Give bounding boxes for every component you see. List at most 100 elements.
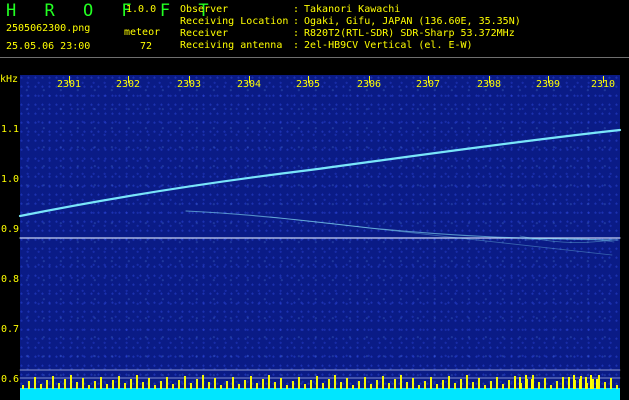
bottom-spike: [538, 382, 540, 389]
secondary-trace: [185, 210, 619, 241]
y-tick-label: 0.9: [1, 224, 20, 235]
bottom-spike: [616, 385, 618, 389]
bottom-spike: [22, 385, 24, 389]
bottom-spike: [274, 382, 276, 389]
bottom-spike: [448, 376, 450, 389]
bottom-spike: [70, 375, 72, 389]
bottom-spike: [82, 378, 84, 389]
bottom-spike: [550, 385, 552, 389]
bottom-spike: [286, 385, 288, 389]
bottom-spike: [460, 379, 462, 389]
bottom-spike: [436, 384, 438, 389]
bottom-spike: [214, 378, 216, 389]
bottom-spike: [184, 376, 186, 389]
bottom-spike: [573, 375, 575, 389]
bottom-spike: [394, 379, 396, 389]
bottom-spike: [370, 384, 372, 389]
bottom-spike: [160, 381, 162, 389]
bottom-spike: [190, 383, 192, 389]
bottom-spike: [142, 382, 144, 389]
bottom-spike: [334, 375, 336, 389]
bottom-spike: [256, 383, 258, 389]
bottom-spike: [154, 385, 156, 389]
x-tick-label: 2304: [236, 79, 262, 90]
bottom-spike: [310, 380, 312, 389]
bottom-spike: [268, 375, 270, 389]
bottom-spike: [388, 383, 390, 389]
bottom-spike: [442, 380, 444, 389]
bottom-spike: [292, 381, 294, 389]
x-tick-label: 2301: [56, 79, 82, 90]
bottom-spike: [346, 378, 348, 389]
bottom-spike: [472, 382, 474, 389]
bottom-spike: [424, 381, 426, 389]
bottom-spike: [364, 377, 366, 389]
bottom-spike: [454, 383, 456, 389]
bottom-spike: [304, 384, 306, 389]
bottom-spike: [136, 375, 138, 389]
bottom-spike: [118, 376, 120, 389]
bottom-spike: [28, 381, 30, 389]
bottom-spike: [208, 382, 210, 389]
y-tick-label: 0.8: [1, 274, 20, 285]
bottom-spike: [166, 377, 168, 389]
bottom-spike: [46, 380, 48, 389]
y-tick-label: 1.0: [1, 174, 20, 185]
bottom-spike: [226, 381, 228, 389]
faint-trace-a: [269, 216, 613, 256]
spectrogram-overlay: [18, 128, 622, 400]
bottom-spike: [514, 379, 516, 389]
bottom-spike: [418, 385, 420, 389]
bottom-spike: [519, 377, 521, 389]
bottom-spike: [610, 378, 612, 389]
x-tick-label: 2302: [115, 79, 141, 90]
bottom-spike: [525, 375, 527, 389]
bottom-spike: [412, 378, 414, 389]
bottom-spike: [52, 376, 54, 389]
bottom-spike: [196, 379, 198, 389]
bottom-spike: [244, 380, 246, 389]
bottom-spike: [579, 379, 581, 389]
bottom-spike: [590, 375, 592, 389]
bottom-spike: [592, 379, 594, 389]
x-tick-label: 2305: [295, 79, 321, 90]
bottom-spike: [34, 377, 36, 389]
bottom-spike: [202, 375, 204, 389]
bottom-spike: [238, 384, 240, 389]
bottom-spike: [478, 378, 480, 389]
bottom-spike: [544, 378, 546, 389]
bottom-spike: [585, 377, 587, 389]
bottom-spike: [596, 379, 598, 389]
bottom-spike: [130, 379, 132, 389]
bottom-spike: [358, 381, 360, 389]
bottom-band: [20, 388, 620, 400]
bottom-spike: [562, 377, 564, 389]
x-tick-label: 2309: [535, 79, 561, 90]
x-tick-label: 2310: [590, 79, 616, 90]
bottom-spike: [88, 385, 90, 389]
bottom-spike: [58, 383, 60, 389]
bottom-spike: [531, 379, 533, 389]
bottom-spike: [298, 377, 300, 389]
bottom-spike: [64, 379, 66, 389]
bottom-spike: [508, 380, 510, 389]
bottom-spike: [106, 384, 108, 389]
y-tick-label: 0.7: [1, 324, 20, 335]
bottom-spike: [490, 381, 492, 389]
x-tick-label: 2306: [356, 79, 382, 90]
bottom-spike: [112, 380, 114, 389]
bottom-spike: [322, 383, 324, 389]
bottom-spike: [232, 377, 234, 389]
bottom-spike: [352, 385, 354, 389]
x-tick-label: 2308: [476, 79, 502, 90]
bottom-spike: [76, 382, 78, 389]
y-tick-label: 1.1: [1, 124, 20, 135]
bottom-spike: [328, 379, 330, 389]
bottom-spike: [400, 375, 402, 389]
x-tick-label: 2303: [176, 79, 202, 90]
bottom-spike: [250, 376, 252, 389]
bottom-spike: [406, 382, 408, 389]
primary-trace: [18, 128, 622, 218]
bottom-spike: [172, 384, 174, 389]
bottom-spike: [496, 377, 498, 389]
